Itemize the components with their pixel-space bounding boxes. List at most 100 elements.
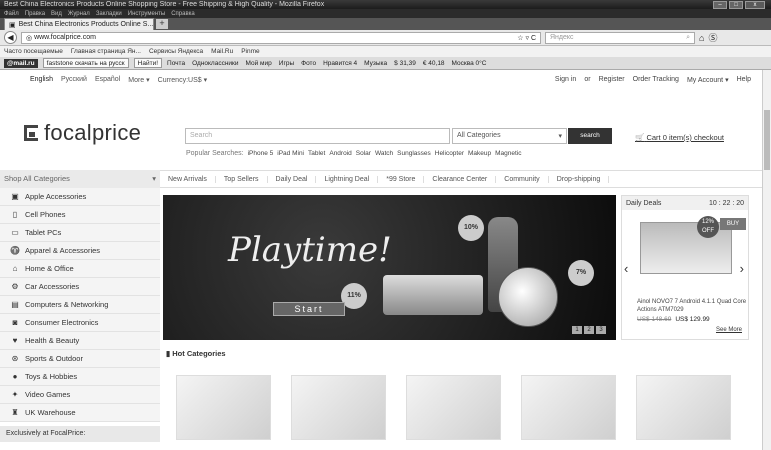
popular-search-link[interactable]: iPad Mini (277, 150, 304, 157)
home-icon[interactable]: ⌂ (699, 33, 704, 43)
hot-category-earphones-image[interactable] (176, 375, 271, 440)
sidebar-item[interactable]: ▣ Apple Accessories (0, 188, 160, 206)
nav-item[interactable]: Lightning Deal (316, 175, 379, 183)
sidebar-item[interactable]: ♥ Health & Beauty (0, 332, 160, 350)
menu-item[interactable]: Правка (25, 11, 45, 17)
top-link[interactable]: My Account ▾ (687, 76, 729, 84)
site-logo[interactable]: focalprice (24, 120, 141, 146)
bookmark-item[interactable]: Mail.Ru (211, 48, 233, 55)
nav-item[interactable]: *99 Store (378, 175, 425, 183)
popular-search-link[interactable]: Makeup (468, 150, 491, 157)
mailru-toolbar-item[interactable]: Фото (301, 60, 316, 67)
bookmark-item[interactable]: Главная страница Ян... (71, 48, 141, 55)
bookmark-item[interactable]: Сервисы Яндекса (149, 48, 203, 55)
top-link[interactable]: Order Tracking (633, 76, 679, 84)
nav-item[interactable]: Daily Deal (268, 175, 317, 183)
nav-item[interactable]: Community (496, 175, 549, 183)
hot-category-tablets-image[interactable] (521, 375, 616, 440)
search-button[interactable]: search (568, 128, 612, 144)
close-button[interactable]: x (745, 0, 765, 9)
language-link[interactable]: Español (95, 76, 120, 84)
popular-search-link[interactable]: Sunglasses (397, 150, 431, 157)
nav-item[interactable]: Top Sellers (216, 175, 268, 183)
language-link[interactable]: English (30, 76, 53, 84)
sidebar-item[interactable]: ⊛ Sports & Outdoor (0, 350, 160, 368)
sidebar-item[interactable]: ▯ Cell Phones (0, 206, 160, 224)
shop-all-categories[interactable]: Shop All Categories ▾ (0, 170, 160, 188)
sidebar-item[interactable]: ◙ Consumer Electronics (0, 314, 160, 332)
search-icon[interactable]: ⌕ (686, 34, 690, 42)
promo-banner[interactable]: 10% 11% 7% Playtime! Start 1 2 3 (163, 195, 616, 340)
minimize-button[interactable]: – (713, 0, 727, 9)
bookmark-item[interactable]: Pinme (241, 48, 259, 55)
hot-category-watches-image[interactable] (636, 375, 731, 440)
mailru-toolbar-item[interactable]: Мой мир (246, 60, 272, 67)
sidebar-item[interactable]: ⌂ Home & Office (0, 260, 160, 278)
sidebar-item[interactable]: ✦ Video Games (0, 386, 160, 404)
menu-item[interactable]: Инструменты (128, 11, 165, 17)
mailru-toolbar-item[interactable]: Одноклассники (192, 60, 238, 67)
hot-category-phones-image[interactable] (406, 375, 501, 440)
sidebar-item[interactable]: ▭ Tablet PCs (0, 224, 160, 242)
mailru-toolbar-item[interactable]: Нравится 4 (323, 60, 357, 67)
browser-tab[interactable]: ▣ Best China Electronics Products Online… (4, 18, 154, 30)
banner-page-3[interactable]: 3 (596, 326, 606, 334)
sync-icon[interactable]: Ⓢ (708, 31, 717, 44)
menu-item[interactable]: Вид (51, 11, 62, 17)
url-bar[interactable]: ◎ www.focalprice.com ☆ ▿ C (21, 31, 541, 44)
language-link[interactable]: More ▾ (128, 76, 149, 84)
top-link[interactable]: Register (599, 76, 625, 84)
nav-item[interactable]: Clearance Center (424, 175, 497, 183)
menu-item[interactable]: Справка (171, 11, 195, 17)
star-icon[interactable]: ☆ ▿ C (517, 34, 536, 42)
popular-search-link[interactable]: Watch (375, 150, 393, 157)
language-link[interactable]: Currency:US$ ▾ (158, 76, 207, 84)
scrollbar-thumb[interactable] (764, 110, 770, 170)
mailru-search-input[interactable]: faststone скачать на русск (42, 58, 129, 68)
hot-category-toys-image[interactable] (291, 375, 386, 440)
sidebar-item[interactable]: ♜ UK Warehouse (0, 404, 160, 422)
popular-search-link[interactable]: Helicopter (435, 150, 464, 157)
banner-page-1[interactable]: 1 (572, 326, 582, 334)
sidebar-item[interactable]: ▤ Computers & Networking (0, 296, 160, 314)
top-link[interactable]: Help (737, 76, 751, 84)
category-select[interactable]: All Categories ▾ (452, 128, 567, 144)
mailru-toolbar-item[interactable]: Музыка (364, 60, 387, 67)
sidebar-item[interactable]: ⚙ Car Accessories (0, 278, 160, 296)
deal-product-title[interactable]: Ainol NOVO7 7 Android 4.1.1 Quad Core Ac… (637, 298, 747, 314)
cart-link[interactable]: 🛒 Cart 0 item(s) checkout (635, 133, 724, 142)
browser-search-box[interactable]: Яндекс ⌕ (545, 31, 695, 44)
deal-buy-button[interactable]: BUY (720, 218, 746, 230)
popular-search-link[interactable]: iPhone 5 (248, 150, 274, 157)
site-search-input[interactable]: Search (185, 128, 450, 144)
nav-item[interactable]: Drop-shipping (549, 175, 610, 183)
mailru-toolbar-item[interactable]: Игры (279, 60, 294, 67)
chevron-right-icon[interactable]: › (740, 261, 744, 276)
menu-item[interactable]: Файл (4, 11, 19, 17)
chevron-left-icon[interactable]: ‹ (624, 261, 628, 276)
vertical-scrollbar[interactable] (762, 70, 771, 450)
popular-search-link[interactable]: Tablet (308, 150, 325, 157)
mailru-find-button[interactable]: Найти! (133, 58, 163, 68)
banner-start-button[interactable]: Start (273, 302, 345, 316)
nav-item[interactable]: New Arrivals (160, 175, 216, 183)
sidebar-item[interactable]: ● Toys & Hobbies (0, 368, 160, 386)
bookmark-item[interactable]: Часто посещаемые (4, 48, 63, 55)
new-tab-button[interactable]: + (156, 19, 168, 29)
mailru-toolbar-item[interactable]: Москва 0°C (452, 60, 487, 67)
see-more-link[interactable]: See More (716, 327, 742, 333)
top-link[interactable]: Sign in (555, 76, 576, 84)
menu-item[interactable]: Закладки (96, 11, 122, 17)
back-button[interactable]: ◀ (4, 31, 17, 44)
mailru-toolbar-item[interactable]: Почта (167, 60, 185, 67)
menu-item[interactable]: Журнал (68, 11, 90, 17)
sidebar-item[interactable]: ♈ Apparel & Accessories (0, 242, 160, 260)
popular-search-link[interactable]: Android (329, 150, 351, 157)
language-link[interactable]: Русский (61, 76, 87, 84)
popular-search-link[interactable]: Magnetic (495, 150, 521, 157)
mailru-toolbar-item[interactable]: € 40,18 (423, 60, 445, 67)
popular-search-link[interactable]: Solar (356, 150, 371, 157)
maximize-button[interactable]: □ (729, 0, 743, 9)
mailru-toolbar-item[interactable]: $ 31,39 (394, 60, 416, 67)
banner-page-2[interactable]: 2 (584, 326, 594, 334)
